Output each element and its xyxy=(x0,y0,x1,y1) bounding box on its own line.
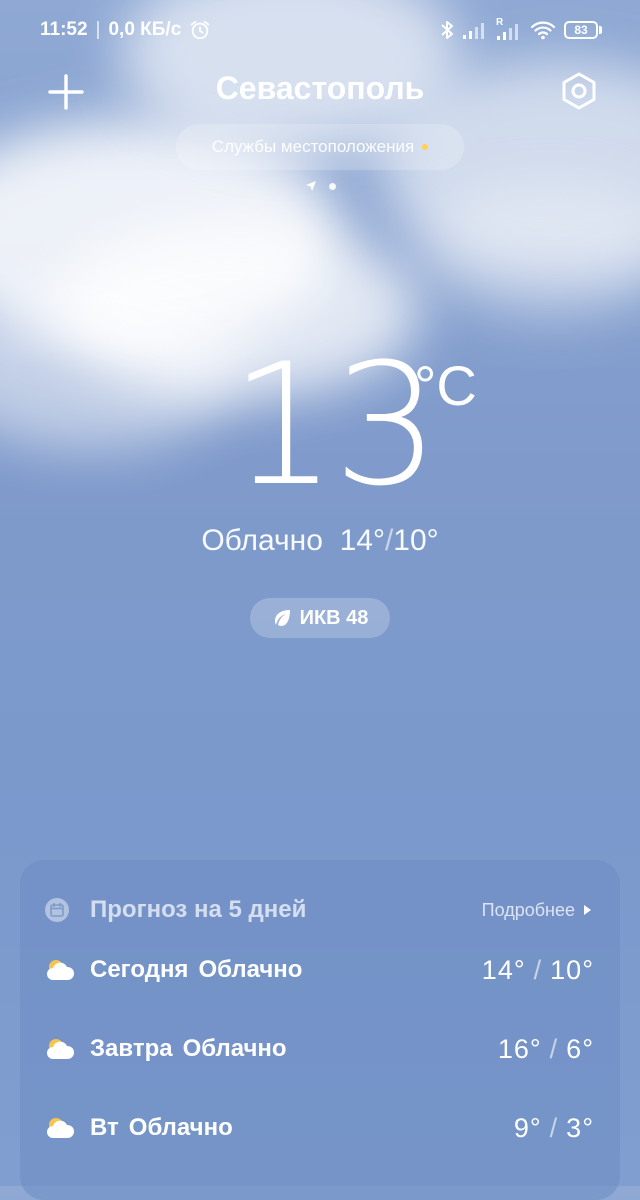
status-right: R 83 xyxy=(440,17,602,41)
current-temperature: 13 °C xyxy=(0,340,640,510)
signal-icon xyxy=(497,24,518,40)
forecast-header: Прогноз на 5 дней Подробнее xyxy=(44,890,592,930)
forecast-low: 3° xyxy=(566,1112,594,1143)
forecast-temps: 14°/10° xyxy=(482,955,594,986)
forecast-day: Сегодня xyxy=(90,956,189,983)
settings-button[interactable] xyxy=(558,70,600,112)
temperature-unit: °C xyxy=(414,354,477,417)
forecast-day: Завтра xyxy=(90,1035,173,1062)
location-status-dot xyxy=(422,144,429,150)
temperature-value: 13 xyxy=(230,327,440,523)
location-arrow-icon xyxy=(305,181,316,191)
condition-line: Облачно 14°/10° xyxy=(0,524,640,558)
top-bar: Севастополь xyxy=(0,62,640,122)
forecast-row-today[interactable]: Сегодня Облачно 14°/10° xyxy=(44,948,594,992)
page-dot xyxy=(328,182,336,190)
location-services-pill[interactable]: Службы местоположения xyxy=(176,124,464,170)
forecast-low: 6° xyxy=(566,1033,594,1064)
forecast-high: 9° xyxy=(513,1112,542,1143)
current-low: 10° xyxy=(393,524,439,557)
forecast-card: Прогноз на 5 дней Подробнее Сегодня Обла… xyxy=(20,860,620,1200)
forecast-temps: 9°/3° xyxy=(514,1113,594,1144)
triangle-right-icon xyxy=(584,905,591,915)
status-left: 11:52 | 0,0 КБ/с xyxy=(40,19,211,41)
location-services-label: Службы местоположения xyxy=(211,137,415,156)
forecast-row-tomorrow[interactable]: Завтра Облачно 16°/6° xyxy=(44,1027,594,1071)
more-details-link[interactable]: Подробнее xyxy=(482,900,592,921)
signal-roaming: R xyxy=(496,17,522,41)
forecast-temps: 16°/6° xyxy=(498,1034,594,1065)
status-bar: 11:52 | 0,0 КБ/с R 83 xyxy=(0,0,640,60)
status-divider: | xyxy=(95,19,101,40)
high-low-separator: / xyxy=(384,524,394,557)
leaf-icon xyxy=(274,610,290,626)
settings-icon xyxy=(562,72,596,110)
current-high: 14° xyxy=(339,524,385,557)
aqi-badge[interactable]: ИКВ 48 xyxy=(250,598,390,638)
bluetooth-icon xyxy=(441,21,453,39)
more-details-label: Подробнее xyxy=(481,899,575,920)
temp-separator: / xyxy=(533,954,543,985)
forecast-condition: Облачно xyxy=(198,956,303,983)
forecast-condition: Облачно xyxy=(128,1114,233,1141)
alarm-icon xyxy=(191,20,210,40)
battery-cap xyxy=(599,26,602,34)
forecast-title: Прогноз на 5 дней xyxy=(90,896,307,923)
forecast-high: 16° xyxy=(497,1033,542,1064)
forecast-row-tuesday[interactable]: Вт Облачно 9°/3° xyxy=(44,1106,594,1150)
battery-indicator: 83 xyxy=(564,21,598,39)
current-condition: Облачно xyxy=(201,524,323,557)
net-speed: 0,0 КБ/с xyxy=(108,19,182,40)
partly-cloudy-icon xyxy=(47,1118,75,1138)
forecast-day: Вт xyxy=(90,1114,119,1141)
temp-separator: / xyxy=(549,1112,559,1143)
partly-cloudy-icon xyxy=(47,1039,75,1059)
forecast-condition: Облачно xyxy=(182,1035,287,1062)
status-time: 11:52 xyxy=(40,19,88,40)
city-title: Севастополь xyxy=(215,70,425,106)
forecast-high: 14° xyxy=(481,954,526,985)
signal-icon xyxy=(463,23,484,39)
calendar-icon xyxy=(45,898,69,922)
aqi-value: ИКВ 48 xyxy=(299,606,369,629)
page-indicators xyxy=(0,180,640,192)
forecast-low: 10° xyxy=(550,954,594,985)
partly-cloudy-icon xyxy=(47,960,75,980)
wifi-icon xyxy=(530,21,556,40)
temp-separator: / xyxy=(549,1033,559,1064)
